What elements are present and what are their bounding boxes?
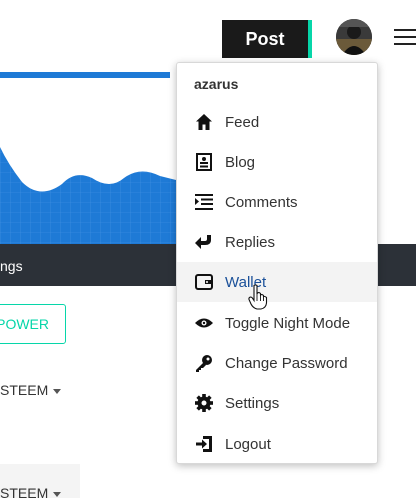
- nav-settings-partial[interactable]: ngs: [0, 258, 23, 274]
- menu-item-logout[interactable]: Logout: [177, 424, 377, 464]
- comments-icon: [194, 192, 214, 212]
- caret-down-icon: [53, 491, 62, 497]
- post-button[interactable]: Post: [222, 20, 312, 58]
- avatar-image: [336, 19, 372, 55]
- menu-item-night-mode[interactable]: Toggle Night Mode: [177, 303, 377, 343]
- steem-dropdown-2-label: STEEM: [0, 485, 49, 498]
- menu-item-label: Replies: [225, 233, 276, 251]
- menu-item-wallet[interactable]: Wallet: [177, 262, 377, 302]
- menu-item-comments[interactable]: Comments: [177, 182, 377, 222]
- menu-item-settings[interactable]: Settings: [177, 383, 377, 423]
- eye-icon: [194, 313, 214, 333]
- key-icon: [194, 353, 214, 373]
- power-button-label: POWER: [0, 316, 49, 332]
- menu-item-label: Change Password: [225, 354, 348, 372]
- home-icon: [194, 112, 214, 132]
- menu-item-change-password[interactable]: Change Password: [177, 343, 377, 383]
- menu-item-feed[interactable]: Feed: [177, 102, 377, 142]
- steem-dropdown[interactable]: STEEM: [0, 382, 62, 398]
- menu-item-replies[interactable]: Replies: [177, 222, 377, 262]
- menu-item-label: Logout: [225, 435, 271, 453]
- logout-icon: [194, 434, 214, 454]
- hamburger-icon[interactable]: [394, 29, 416, 47]
- user-avatar[interactable]: [336, 19, 372, 55]
- menu-item-blog[interactable]: Blog: [177, 142, 377, 182]
- reply-icon: [194, 232, 214, 252]
- wallet-icon: [194, 272, 214, 292]
- menu-item-label: Toggle Night Mode: [225, 314, 351, 332]
- menu-item-label: Feed: [225, 113, 260, 131]
- blog-icon: [194, 152, 214, 172]
- caret-down-icon: [53, 388, 62, 394]
- gear-icon: [194, 393, 214, 413]
- steem-dropdown-2[interactable]: STEEM: [0, 485, 62, 498]
- menu-item-label: Comments: [225, 193, 298, 211]
- steem-dropdown-label: STEEM: [0, 382, 49, 398]
- menu-item-label: Wallet: [225, 273, 267, 291]
- menu-username: azarus: [194, 76, 239, 92]
- menu-item-label: Settings: [225, 394, 280, 412]
- power-button[interactable]: POWER: [0, 304, 66, 344]
- user-menu-dropdown: azarus Feed Blog Comments Replies Wallet: [176, 62, 378, 464]
- menu-item-label: Blog: [225, 153, 256, 171]
